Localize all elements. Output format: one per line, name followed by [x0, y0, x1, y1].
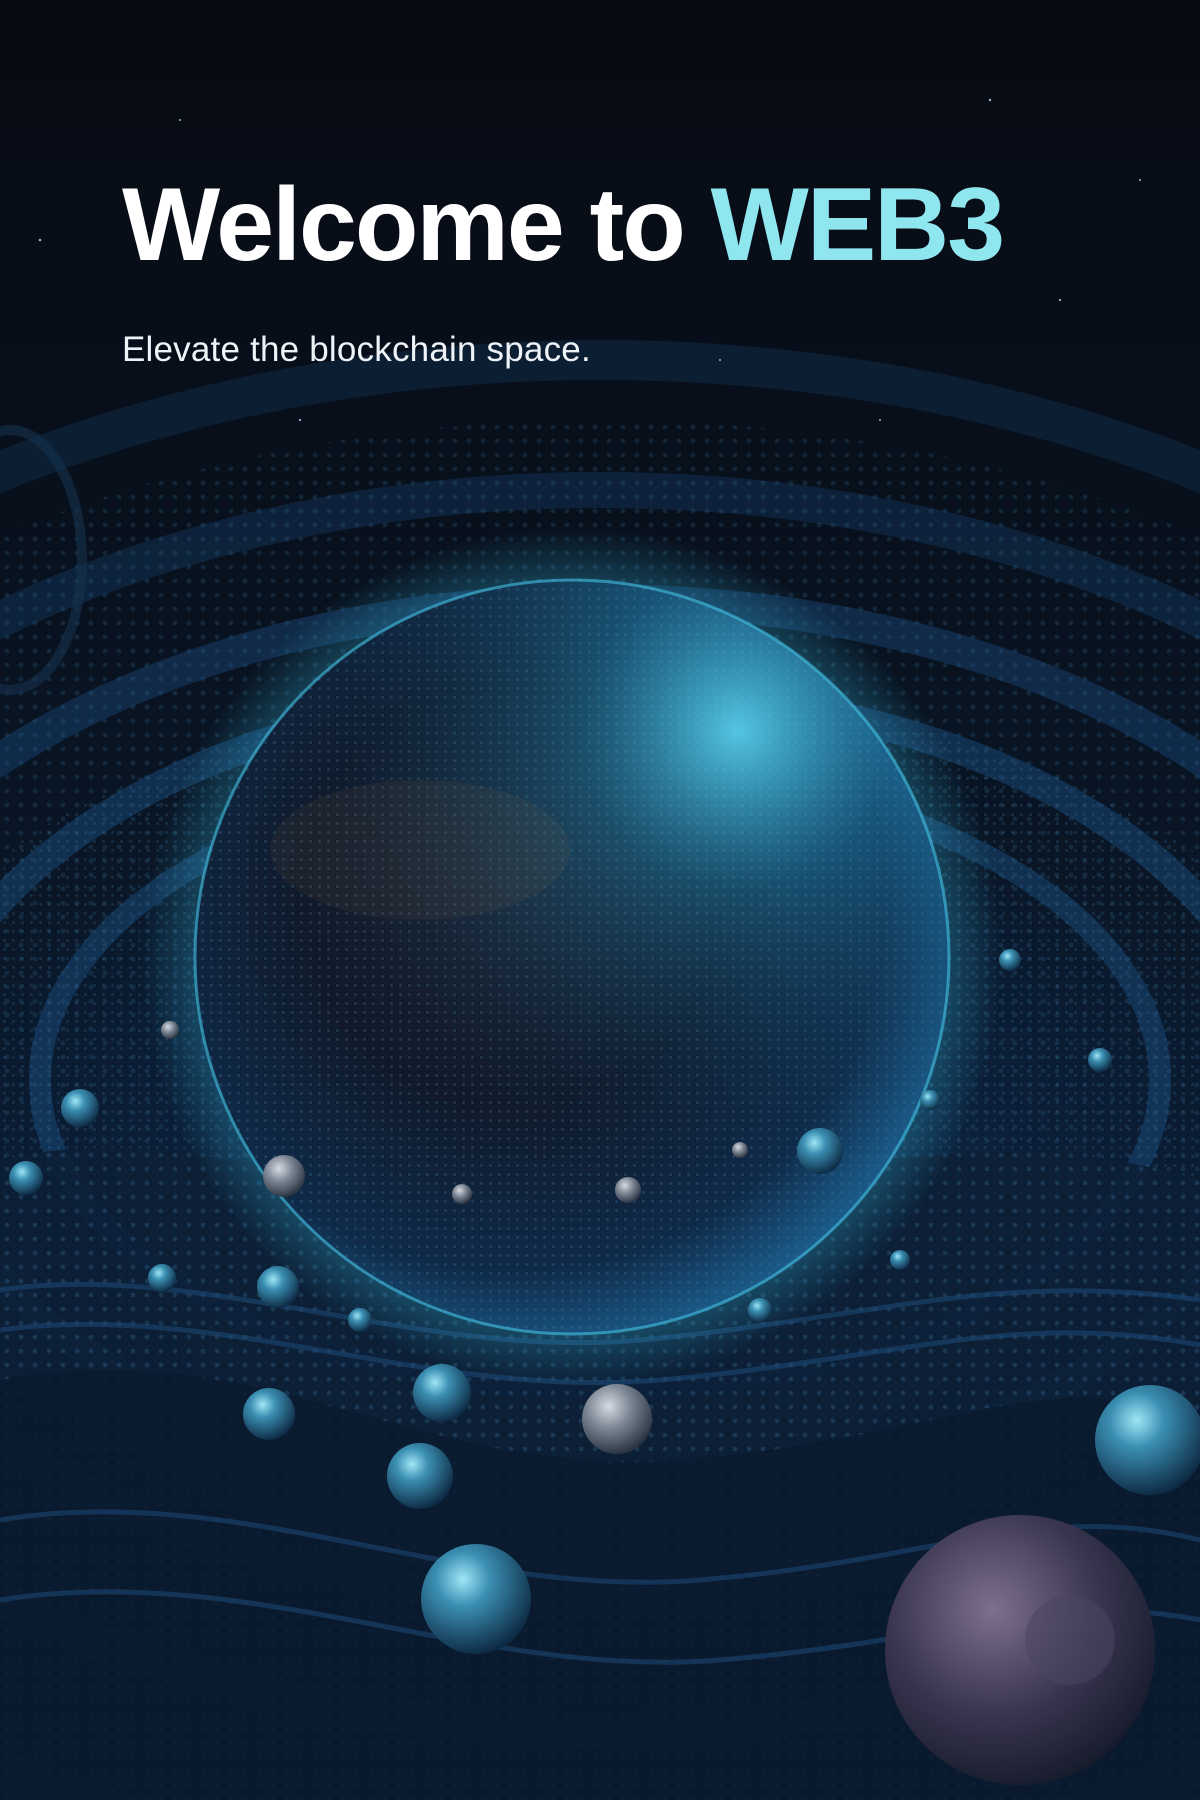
headline-main: Welcome to [122, 167, 711, 283]
hero-copy: Welcome to WEB3 Elevate the blockchain s… [122, 172, 1022, 370]
headline-accent: WEB3 [710, 167, 1005, 283]
headline: Welcome to WEB3 [122, 172, 1022, 278]
subtitle: Elevate the blockchain space. [122, 330, 591, 370]
splash-screen: Welcome to WEB3 Elevate the blockchain s… [0, 0, 1200, 1800]
